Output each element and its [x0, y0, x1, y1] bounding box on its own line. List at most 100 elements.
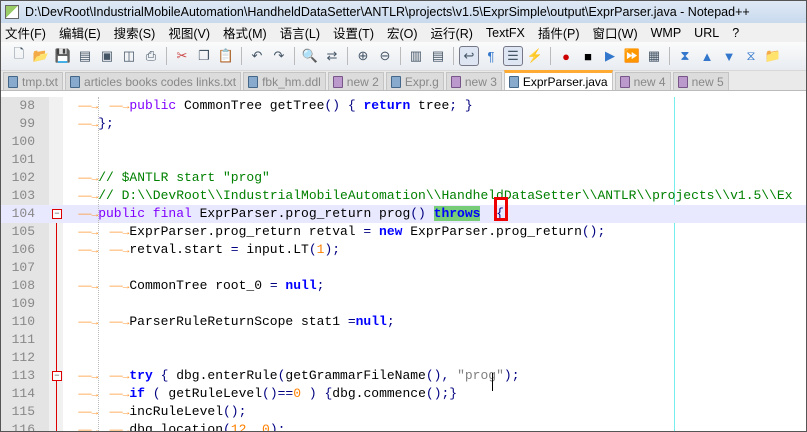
- code-text: ——→// D:\\DevRoot\\IndustrialMobileAutom…: [67, 187, 792, 206]
- fold-toggle-button[interactable]: −: [52, 209, 62, 219]
- tab-exprparser-java[interactable]: ExprParser.java: [503, 70, 613, 90]
- line-number: 105: [11, 224, 35, 239]
- code-line[interactable]: 112: [1, 349, 806, 367]
- show-all-icon: ¶: [487, 48, 495, 64]
- code-line[interactable]: 100: [1, 133, 806, 151]
- undo-button[interactable]: ↶: [247, 46, 267, 66]
- down-button[interactable]: ▼: [719, 46, 739, 66]
- open-button[interactable]: 📂: [31, 46, 51, 66]
- tab-new-3[interactable]: new 3: [445, 72, 502, 90]
- code-token: ();: [581, 224, 606, 239]
- tab-new-2[interactable]: new 2: [327, 72, 384, 90]
- unfold-all-button[interactable]: ⧖: [741, 46, 761, 66]
- cut-button[interactable]: ✂: [172, 46, 192, 66]
- user-lang-button[interactable]: ⚡: [525, 46, 545, 66]
- menu-item[interactable]: 格式(M): [223, 23, 267, 42]
- paste-button[interactable]: 📋: [216, 46, 236, 66]
- show-all-button[interactable]: ¶: [481, 46, 501, 66]
- code-token: "prog": [457, 368, 504, 383]
- code-token: ();: [223, 404, 247, 419]
- menu-item[interactable]: 语言(L): [280, 23, 320, 42]
- code-token: ;: [316, 278, 325, 293]
- line-number: 110: [11, 314, 35, 329]
- record-button[interactable]: ●: [556, 46, 576, 66]
- code-line[interactable]: 98 ——→ ——→public CommonTree getTree() { re…: [1, 97, 806, 115]
- code-line[interactable]: 111: [1, 331, 806, 349]
- tab-arrow: ——→: [78, 119, 99, 131]
- up-button[interactable]: ▲: [697, 46, 717, 66]
- code-text: ——→ ——→public CommonTree getTree() { retu…: [67, 97, 472, 116]
- tab-new-4[interactable]: new 4: [614, 72, 671, 90]
- code-line[interactable]: 104− ——→public final ExprParser.prog_retu…: [1, 205, 806, 223]
- fold-all-button[interactable]: ⧗: [675, 46, 695, 66]
- menu-item[interactable]: 编辑(E): [59, 23, 101, 42]
- save-button[interactable]: 💾: [53, 46, 73, 66]
- replace-button[interactable]: ⇄: [322, 46, 342, 66]
- tab-articles-books-codes-links-txt[interactable]: articles books codes links.txt: [65, 72, 242, 90]
- code-line[interactable]: 106 ——→ ——→retval.start = input.LT(1);: [1, 241, 806, 259]
- tab-expr-g[interactable]: Expr.g: [385, 72, 444, 90]
- cut-icon: ✂: [176, 48, 188, 63]
- save-all-button[interactable]: ▤: [75, 46, 95, 66]
- find-button[interactable]: 🔍: [300, 46, 320, 66]
- code-line[interactable]: 110 ——→ ——→ParserRuleReturnScope stat1 =nu…: [1, 313, 806, 331]
- menu-item[interactable]: 插件(P): [538, 23, 580, 42]
- menu-item[interactable]: 设置(T): [333, 23, 374, 42]
- menu-item[interactable]: 视图(V): [168, 23, 210, 42]
- code-line[interactable]: 115 ——→ ——→incRuleLevel();: [1, 403, 806, 421]
- code-line[interactable]: 114 ——→ ——→if ( getRuleLevel()==0 ) {dbg.c…: [1, 385, 806, 403]
- code-line[interactable]: 113− ——→ ——→try { dbg.enterRule(getGrammar…: [1, 367, 806, 385]
- code-token: dbg.enterRule: [176, 368, 278, 383]
- tab-tmp-txt[interactable]: tmp.txt: [3, 72, 64, 90]
- menu-item[interactable]: WMP: [651, 26, 682, 40]
- menu-item[interactable]: URL: [694, 26, 719, 40]
- code-line[interactable]: 99 ——→};: [1, 115, 806, 133]
- code-token: (: [144, 386, 169, 401]
- menu-item[interactable]: 宏(O): [387, 23, 418, 42]
- close-button[interactable]: ▣: [97, 46, 117, 66]
- code-line[interactable]: 103 ——→// D:\\DevRoot\\IndustrialMobileAu…: [1, 187, 806, 205]
- code-line[interactable]: 105 ——→ ——→ExprParser.prog_return retval =…: [1, 223, 806, 241]
- menu-item[interactable]: ?: [732, 26, 739, 40]
- zoom-out-button[interactable]: ⊖: [375, 46, 395, 66]
- stop-button[interactable]: ■: [578, 46, 598, 66]
- code-editor[interactable]: 98 ——→ ——→public CommonTree getTree() { re…: [1, 97, 806, 431]
- line-number: 98: [19, 98, 35, 113]
- zoom-in-button[interactable]: ⊕: [353, 46, 373, 66]
- tab-arrow: ——→: [109, 281, 130, 293]
- copy-button[interactable]: ❐: [194, 46, 214, 66]
- play-multi-button[interactable]: ⏩: [622, 46, 642, 66]
- tab-arrow: ——→: [78, 389, 99, 401]
- code-line[interactable]: 116 ——→ ——→dbg.location(12, 0);: [1, 421, 806, 431]
- sync-h-icon: ▤: [431, 48, 445, 63]
- save-macro-button[interactable]: ▦: [644, 46, 664, 66]
- code-line[interactable]: 107: [1, 259, 806, 277]
- sync-h-button[interactable]: ▤: [428, 46, 448, 66]
- code-line[interactable]: 109: [1, 295, 806, 313]
- code-line[interactable]: 102 ——→// $ANTLR start "prog": [1, 169, 806, 187]
- code-line[interactable]: 101: [1, 151, 806, 169]
- new-button[interactable]: 🗋: [9, 46, 29, 66]
- print-button[interactable]: ⎙: [141, 46, 161, 66]
- tab-label: fbk_hm.ddl: [262, 74, 321, 89]
- tab-arrow: ——→: [78, 407, 99, 419]
- menu-item[interactable]: 搜索(S): [114, 23, 156, 42]
- play-button[interactable]: ▶: [600, 46, 620, 66]
- new-icon: 🗋: [13, 46, 25, 61]
- menu-item[interactable]: 文件(F): [5, 23, 46, 42]
- close-all-button[interactable]: ◫: [119, 46, 139, 66]
- indent-guide-button[interactable]: ☰: [503, 46, 523, 66]
- menu-item[interactable]: 运行(R): [431, 23, 473, 42]
- open-folder-button[interactable]: 📁: [763, 46, 783, 66]
- tab-arrow: ——→: [109, 317, 130, 329]
- sync-v-button[interactable]: ▥: [406, 46, 426, 66]
- menu-item[interactable]: TextFX: [486, 26, 525, 40]
- redo-button[interactable]: ↷: [269, 46, 289, 66]
- code-token: 12: [230, 422, 247, 431]
- fold-toggle-button[interactable]: −: [52, 371, 62, 381]
- tab-new-5[interactable]: new 5: [672, 72, 729, 90]
- tab-fbk_hm-ddl[interactable]: fbk_hm.ddl: [243, 72, 326, 90]
- menu-item[interactable]: 窗口(W): [592, 23, 637, 42]
- word-wrap-button[interactable]: ↩: [459, 46, 479, 66]
- code-line[interactable]: 108 ——→ ——→CommonTree root_0 = null;: [1, 277, 806, 295]
